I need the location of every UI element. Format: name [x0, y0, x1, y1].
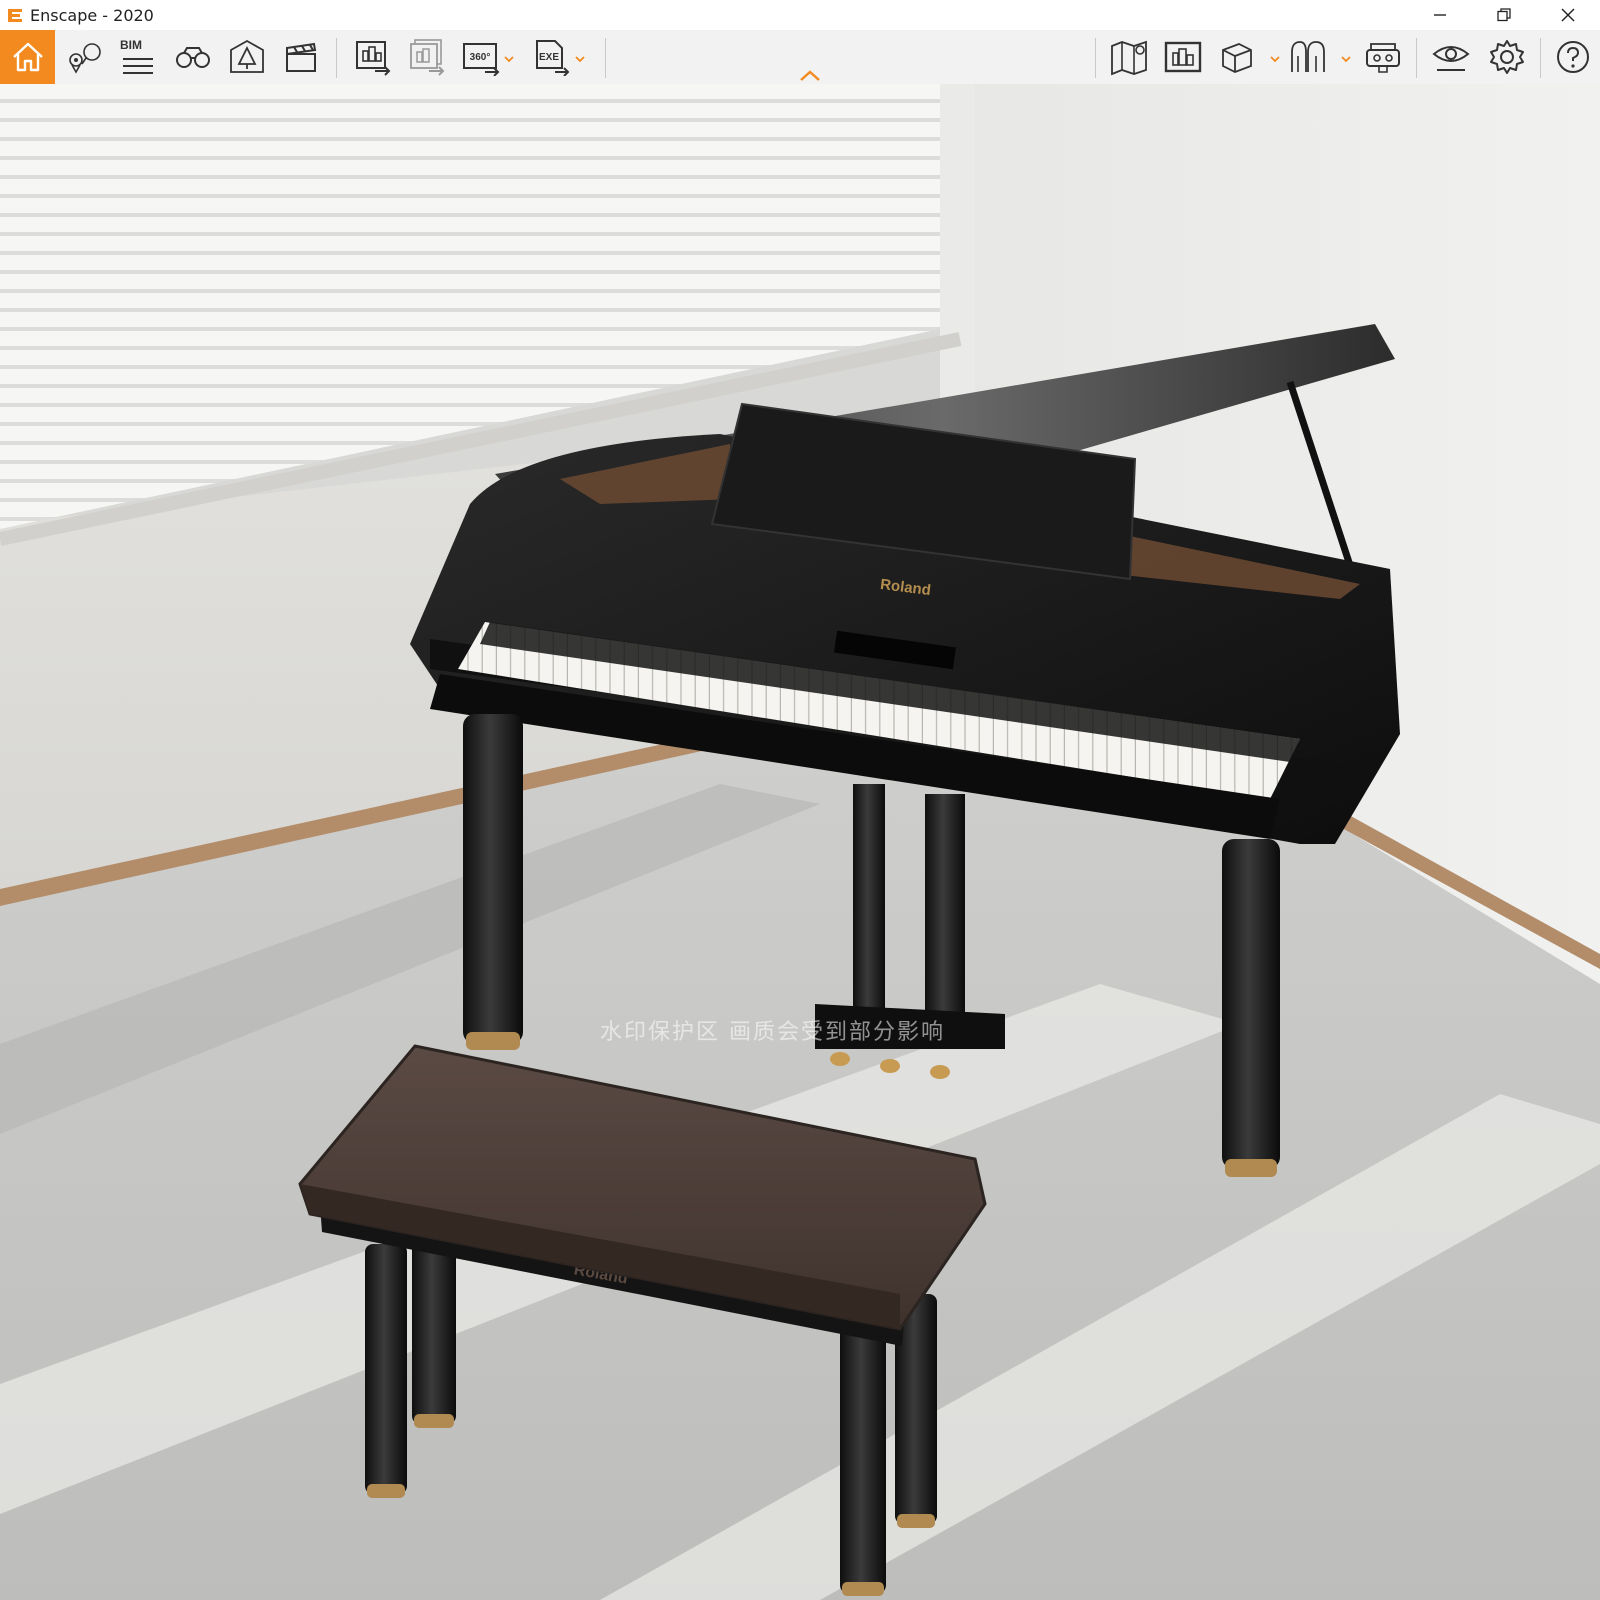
scene-render: Roland Roland — [0, 84, 1600, 1600]
clapperboard-icon — [286, 42, 317, 72]
map-pin-icon — [1111, 40, 1147, 76]
sun-position-button[interactable] — [224, 30, 270, 84]
close-icon — [1561, 8, 1575, 22]
enscape-logo-icon — [8, 9, 22, 22]
window-title: Enscape - 2020 — [30, 5, 154, 25]
views-button[interactable] — [62, 30, 108, 84]
export-image-icon — [356, 41, 391, 76]
home-icon — [12, 42, 43, 72]
eye-icon — [1432, 46, 1470, 71]
export-exe-button[interactable]: EXE — [528, 30, 574, 84]
collapse-toolbar-icon[interactable] — [797, 68, 823, 84]
home-button[interactable] — [0, 30, 55, 84]
toolbar-separator — [336, 38, 337, 78]
visual-settings-button[interactable] — [1428, 30, 1474, 84]
screenshot-button[interactable] — [1160, 30, 1206, 84]
bim-button[interactable]: BIM — [116, 30, 160, 84]
chevron-down-icon[interactable] — [575, 54, 585, 64]
binoculars-button[interactable] — [170, 30, 216, 84]
title-bar: Enscape - 2020 — [0, 0, 1600, 30]
map-button[interactable] — [1106, 30, 1152, 84]
restore-button[interactable] — [1472, 0, 1536, 30]
batch-export-icon — [410, 39, 445, 76]
material-arches-icon — [1291, 41, 1325, 72]
exe-label: EXE — [539, 52, 559, 63]
panorama-button[interactable]: 360° — [458, 30, 504, 84]
toolbar-separator — [605, 38, 606, 78]
object-library-button[interactable] — [1214, 30, 1260, 84]
location-pins-icon — [69, 43, 101, 74]
chevron-down-icon[interactable] — [1341, 54, 1351, 64]
toolbar-separator — [1416, 38, 1417, 78]
render-viewport[interactable]: Roland Roland 水印保护区 画质会受到部分影响 — [0, 84, 1600, 1600]
main-toolbar: BIM 360° EXE — [0, 30, 1600, 84]
batch-render-button[interactable] — [404, 30, 450, 84]
panorama-360-icon: 360° — [463, 43, 500, 76]
bim-label: BIM — [120, 38, 142, 52]
toolbar-separator — [1095, 38, 1096, 78]
cube-icon — [1222, 43, 1252, 73]
chevron-down-icon[interactable] — [1270, 54, 1280, 64]
render-image-button[interactable] — [350, 30, 396, 84]
watermark-text: 水印保护区 画质会受到部分影响 — [600, 1020, 945, 1045]
house-sun-icon — [230, 39, 264, 73]
vr-headset-icon — [1366, 43, 1400, 73]
settings-button[interactable] — [1484, 30, 1530, 84]
close-button[interactable] — [1536, 0, 1600, 30]
material-editor-button[interactable] — [1285, 30, 1331, 84]
chevron-down-icon[interactable] — [504, 54, 514, 64]
restore-icon — [1497, 8, 1511, 22]
binoculars-icon — [176, 47, 210, 68]
minimize-icon — [1434, 14, 1446, 16]
capture-image-icon — [1164, 41, 1202, 73]
toolbar-separator — [1540, 38, 1541, 78]
help-icon — [1557, 41, 1589, 73]
panorama-label: 360° — [470, 52, 491, 63]
export-exe-icon: EXE — [536, 40, 570, 76]
gear-icon — [1490, 40, 1524, 74]
vr-headset-button[interactable] — [1360, 30, 1406, 84]
video-editor-button[interactable] — [278, 30, 324, 84]
help-button[interactable] — [1550, 30, 1596, 84]
minimize-button[interactable] — [1408, 0, 1472, 30]
bim-list-icon — [123, 58, 153, 74]
